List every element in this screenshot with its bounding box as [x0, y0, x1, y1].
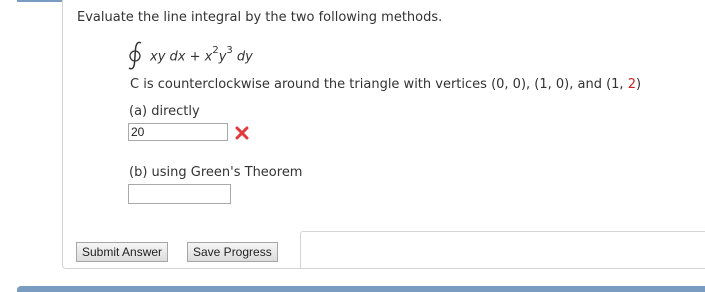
submit-answer-button[interactable]: Submit Answer — [76, 242, 169, 262]
integrand-part3: dy — [232, 49, 253, 65]
save-progress-button[interactable]: Save Progress — [187, 242, 278, 262]
curve-text: C is counterclockwise around the triangl… — [130, 77, 628, 92]
curve-close: ) — [635, 77, 642, 92]
exponent-y: 3 — [226, 45, 233, 57]
integrand-part1: xy dx + x — [150, 49, 213, 65]
line-integral-expression: xy dx + x2y3 dy — [124, 38, 253, 74]
part-b-answer-input[interactable] — [128, 184, 231, 204]
x-mark-icon — [235, 125, 249, 140]
part-a-label: (a) directly — [129, 104, 200, 119]
question-prompt: Evaluate the line integral by the two fo… — [77, 10, 443, 25]
button-area — [300, 231, 705, 269]
part-a-answer-input[interactable] — [128, 123, 228, 141]
bottom-accent-bar — [17, 286, 705, 292]
curve-description: C is counterclockwise around the triangl… — [130, 77, 641, 92]
exponent-x: 2 — [212, 45, 219, 57]
curve-highlight-number: 2 — [627, 77, 636, 92]
part-b-label: (b) using Green's Theorem — [129, 165, 303, 180]
integrand: xy dx + x2y3 dy — [150, 45, 253, 65]
contour-integral-icon — [124, 40, 148, 72]
